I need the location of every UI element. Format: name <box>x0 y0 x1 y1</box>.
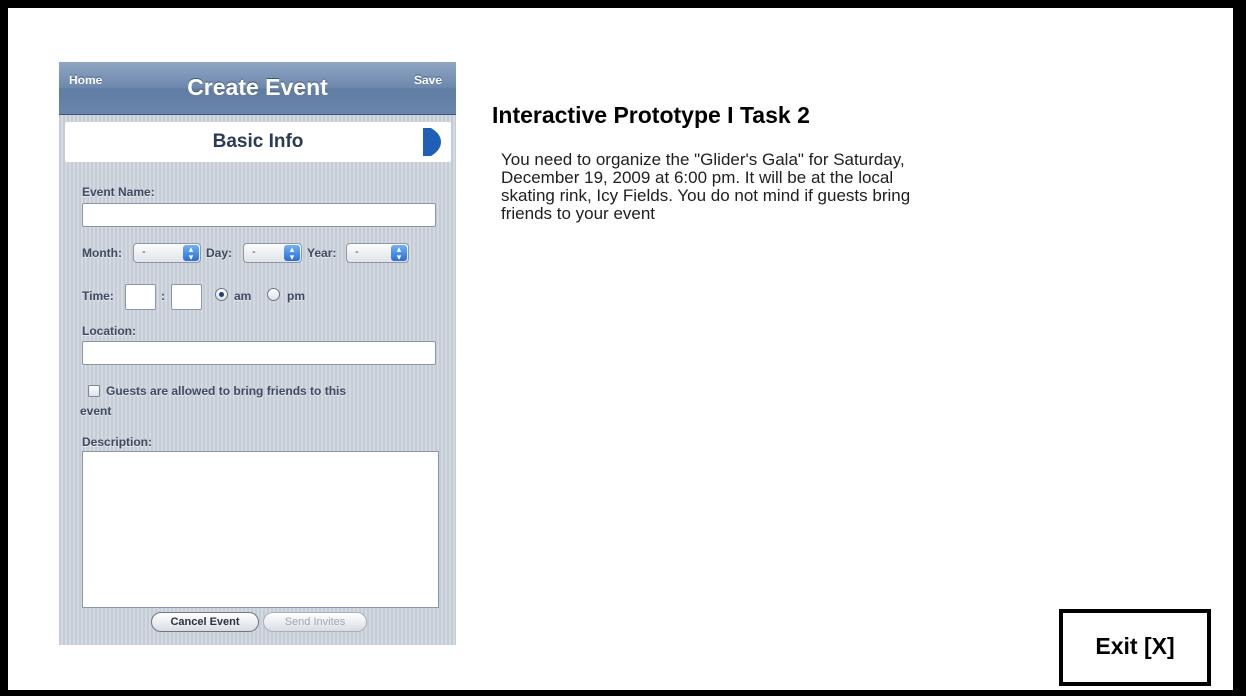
time-minute-input[interactable] <box>171 284 202 310</box>
chevron-right-icon[interactable] <box>421 126 443 158</box>
prototype-frame: Home Create Event Save Basic Info Event … <box>8 8 1233 690</box>
page-title: Create Event <box>187 74 328 100</box>
description-label: Description: <box>82 435 153 449</box>
navigation-bar: Home Create Event Save <box>59 62 456 115</box>
task-description: You need to organize the "Glider's Gala"… <box>501 150 911 223</box>
am-radio[interactable] <box>215 288 228 301</box>
phone-screen: Home Create Event Save Basic Info Event … <box>59 62 456 645</box>
year-label: Year: <box>307 246 337 260</box>
month-label: Month: <box>82 246 122 260</box>
task-title: Interactive Prototype I Task 2 <box>492 102 810 128</box>
send-invites-button[interactable]: Send Invites <box>263 612 367 632</box>
year-value: - <box>355 246 359 258</box>
section-title: Basic Info <box>212 131 304 152</box>
guests-label: Guests are allowed to bring friends to t… <box>106 384 347 398</box>
time-label: Time: <box>82 289 114 303</box>
cancel-event-button[interactable]: Cancel Event <box>151 612 259 632</box>
select-arrows-icon: ▴ ▾ <box>183 245 199 262</box>
basic-info-header[interactable]: Basic Info <box>65 122 451 162</box>
am-label: am <box>234 289 252 303</box>
description-textarea[interactable] <box>82 451 439 608</box>
month-select[interactable]: - ▴ ▾ <box>133 243 201 263</box>
location-input[interactable] <box>82 341 436 365</box>
location-label: Location: <box>82 324 136 338</box>
year-select[interactable]: - ▴ ▾ <box>346 243 409 263</box>
time-hour-input[interactable] <box>125 284 156 310</box>
event-name-input[interactable] <box>82 203 436 227</box>
guests-label-continued: event <box>80 404 112 418</box>
pm-radio[interactable] <box>267 288 280 301</box>
day-select[interactable]: - ▴ ▾ <box>243 243 302 263</box>
save-button[interactable]: Save <box>414 73 442 87</box>
event-name-label: Event Name: <box>82 185 155 199</box>
month-value: - <box>142 246 146 258</box>
select-arrows-icon: ▴ ▾ <box>391 245 407 262</box>
select-arrows-icon: ▴ ▾ <box>284 245 300 262</box>
day-label: Day: <box>206 246 233 260</box>
time-separator: : <box>161 289 165 303</box>
guests-checkbox[interactable] <box>88 385 100 397</box>
exit-button[interactable]: Exit [X] <box>1059 609 1211 686</box>
pm-label: pm <box>287 289 305 303</box>
day-value: - <box>252 246 256 258</box>
